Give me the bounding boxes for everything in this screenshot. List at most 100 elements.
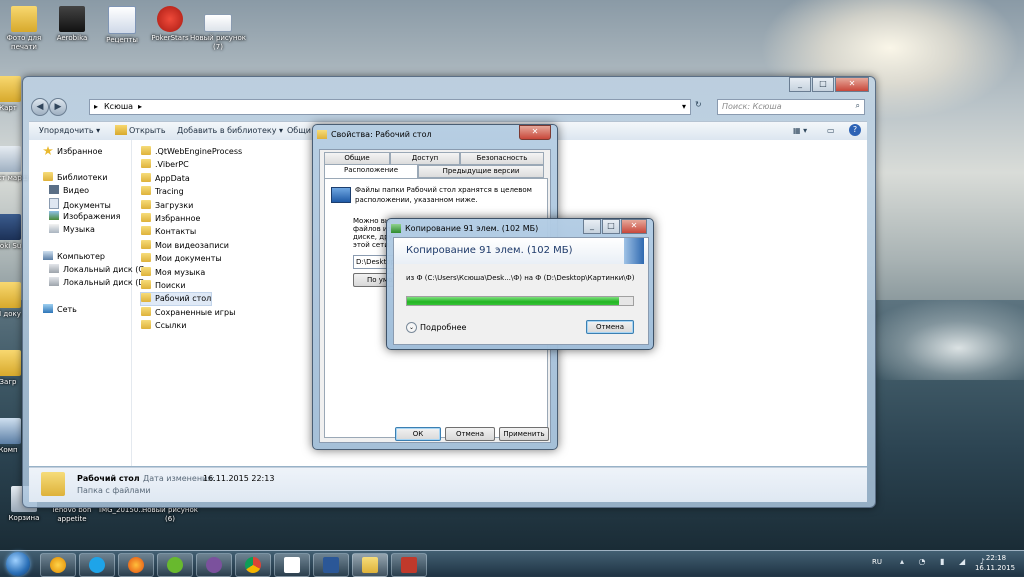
tab-previous-versions[interactable]: Предыдущие версии <box>418 165 544 178</box>
clock-time[interactable]: 22:18 <box>976 554 1016 562</box>
nav-disk-c[interactable]: Локальный диск (C <box>49 264 144 276</box>
file-list-item[interactable]: .ViberPC <box>141 159 189 171</box>
breadcrumb[interactable]: Ксюша <box>104 102 133 111</box>
nav-images[interactable]: Изображения <box>49 211 120 223</box>
file-list-item[interactable]: Tracing <box>141 186 184 198</box>
search-icon: ⌕ <box>855 101 860 110</box>
desktop-icon-new-drawing-7[interactable]: Новый рисунок (7) <box>188 14 248 52</box>
nav-label: Библиотеки <box>57 173 108 182</box>
chrome-icon <box>245 557 261 573</box>
file-list-item[interactable]: Избранное <box>141 213 200 225</box>
tab-location[interactable]: Расположение <box>324 164 418 179</box>
file-list-item[interactable]: Рабочий стол <box>139 292 213 307</box>
documents-library-icon <box>49 198 59 209</box>
nav-favorites[interactable]: Избранное <box>43 146 102 158</box>
phone-icon <box>0 214 21 240</box>
chevron-down-icon[interactable]: ⌄ <box>406 322 417 333</box>
view-options-icon[interactable]: ▦ ▾ <box>793 126 807 135</box>
nav-computer[interactable]: Компьютер <box>43 251 105 263</box>
cancel-copy-button[interactable]: Отмена <box>586 320 634 334</box>
viber-icon <box>206 557 222 573</box>
taskbar-utorrent[interactable] <box>157 553 193 577</box>
more-details-toggle[interactable]: Подробнее <box>420 323 466 332</box>
folder-icon <box>141 213 151 222</box>
minimize-button[interactable]: _ <box>583 219 601 234</box>
address-dropdown-icon[interactable]: ▾ <box>682 102 686 111</box>
close-button[interactable]: ✕ <box>519 125 551 140</box>
details-pane: Рабочий стол Папка с файлами Дата измене… <box>29 467 867 502</box>
file-list-item[interactable]: Поиски <box>141 280 186 292</box>
word-document-icon <box>108 6 136 34</box>
file-name: Контакты <box>155 227 197 237</box>
file-list-item[interactable]: Моя музыка <box>141 266 205 279</box>
font-viewer-icon <box>284 557 300 573</box>
organize-button[interactable]: Упорядочить ▾ <box>39 126 100 135</box>
nav-disk-d[interactable]: Локальный диск (D <box>49 277 145 289</box>
nav-label: Видео <box>63 186 90 195</box>
taskbar-aimp[interactable] <box>40 553 76 577</box>
file-name: .QtWebEngineProcess <box>155 147 243 156</box>
pictures-library-icon <box>49 211 59 220</box>
folder-icon <box>141 266 151 276</box>
file-list-item[interactable]: Сохраненные игры <box>141 306 235 319</box>
help-icon[interactable]: ? <box>849 124 861 136</box>
back-icon[interactable]: ◀ <box>31 98 49 116</box>
maximize-button[interactable]: □ <box>602 219 620 234</box>
apply-button[interactable]: Применить <box>499 427 549 441</box>
language-indicator[interactable]: RU <box>872 558 882 566</box>
nav-music[interactable]: Музыка <box>49 224 95 236</box>
folder-icon <box>141 226 151 236</box>
taskbar-skype[interactable] <box>79 553 115 577</box>
nav-video[interactable]: Видео <box>49 185 89 197</box>
taskbar-explorer[interactable] <box>352 553 388 577</box>
file-name: Tracing <box>155 187 184 197</box>
close-button[interactable]: ✕ <box>621 219 647 234</box>
copy-heading: Копирование 91 элем. (102 МБ) <box>406 245 573 256</box>
nav-network[interactable]: Сеть <box>43 304 77 316</box>
window-caption-buttons: _ □ ✕ <box>788 77 869 92</box>
network-icon <box>43 304 53 313</box>
clock-date[interactable]: 16.11.2015 <box>970 564 1020 572</box>
cancel-button[interactable]: Отмена <box>445 427 495 441</box>
details-type: Папка с файлами <box>77 486 151 495</box>
nav-documents[interactable]: Документы <box>49 198 111 210</box>
search-input[interactable]: Поиск: Ксюша ⌕ <box>717 99 865 115</box>
nav-libraries[interactable]: Библиотеки <box>43 172 107 184</box>
file-name: Загрузки <box>155 200 194 210</box>
file-list-item[interactable]: Мои видеозаписи <box>141 239 229 252</box>
taskbar-paint[interactable] <box>391 553 427 577</box>
file-list-item[interactable]: Загрузки <box>141 199 194 212</box>
address-bar[interactable]: ▸ Ксюша ▸ ▾ <box>89 99 691 115</box>
taskbar-viber[interactable] <box>196 553 232 577</box>
desktop-icon-new-drawing-6[interactable]: Новый рисунок (6) <box>140 506 200 524</box>
share-button[interactable]: Общи <box>287 126 311 135</box>
copy-animation-icon <box>624 238 644 264</box>
preview-pane-icon[interactable]: ▭ <box>827 126 835 135</box>
computer-icon <box>0 418 21 444</box>
taskbar-firefox[interactable] <box>118 553 154 577</box>
refresh-icon[interactable]: ↻ <box>695 100 702 109</box>
file-list-item[interactable]: Мои документы <box>141 253 222 265</box>
file-list-item[interactable]: Ссылки <box>141 320 186 332</box>
folder-icon <box>317 130 327 139</box>
folder-icon <box>141 186 151 196</box>
forward-icon[interactable]: ▶ <box>49 98 67 116</box>
ok-button[interactable]: ОК <box>395 427 441 441</box>
add-to-library-button[interactable]: Добавить в библиотеку ▾ <box>177 126 283 135</box>
taskbar-word[interactable] <box>313 553 349 577</box>
navigation-pane: Избранное Библиотеки Видео Документы Изо… <box>29 140 145 466</box>
taskbar-fonts[interactable] <box>274 553 310 577</box>
tab-security[interactable]: Безопасность <box>460 152 544 165</box>
open-button[interactable]: Открыть <box>129 126 166 135</box>
close-button[interactable]: ✕ <box>835 77 869 92</box>
drive-icon <box>49 277 59 286</box>
file-list-item[interactable]: .QtWebEngineProcess <box>141 146 242 158</box>
maximize-button[interactable]: □ <box>812 77 834 92</box>
file-list-item[interactable]: Контакты <box>141 226 196 238</box>
copy-header: Копирование 91 элем. (102 МБ) <box>394 238 648 264</box>
file-list-item[interactable]: AppData <box>141 172 190 185</box>
start-button[interactable] <box>6 552 30 576</box>
taskbar-chrome[interactable] <box>235 553 271 577</box>
minimize-button[interactable]: _ <box>789 77 811 92</box>
copy-progress-bar <box>406 296 634 306</box>
